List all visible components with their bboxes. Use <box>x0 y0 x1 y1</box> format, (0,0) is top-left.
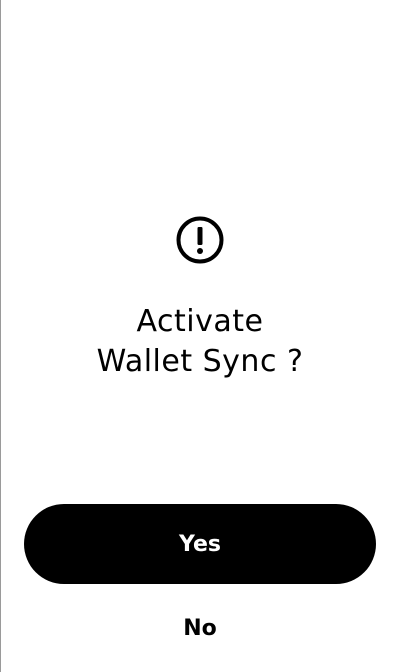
prompt-line-2: Wallet Sync ? <box>96 344 304 379</box>
wallet-sync-confirmation-screen: Activate Wallet Sync ? Yes No <box>0 0 400 672</box>
prompt-line-1: Activate <box>136 304 264 339</box>
activation-prompt: Activate Wallet Sync ? <box>0 302 400 382</box>
yes-button[interactable]: Yes <box>24 504 376 584</box>
exclamation-circle-icon <box>176 216 224 264</box>
no-button[interactable]: No <box>150 606 250 650</box>
